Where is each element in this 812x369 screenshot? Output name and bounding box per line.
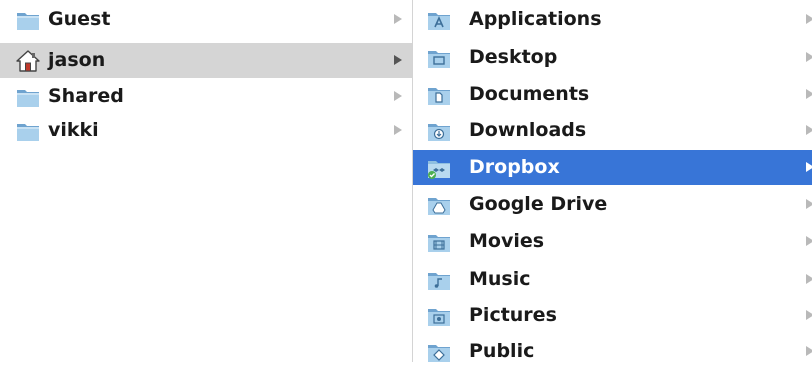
column-item-desktop[interactable]: Desktop xyxy=(413,40,812,75)
disclosure-arrow-icon xyxy=(394,55,402,65)
movies-folder-icon xyxy=(428,235,450,252)
desktop-folder-icon xyxy=(428,51,450,68)
disclosure-arrow-icon xyxy=(394,14,402,24)
column-item-label: Pictures xyxy=(469,304,557,326)
column-item-vikki[interactable]: vikki xyxy=(0,113,412,148)
disclosure-arrow-icon xyxy=(806,125,812,135)
column-item-label: Downloads xyxy=(469,119,587,141)
disclosure-arrow-icon xyxy=(394,91,402,101)
column-item-music[interactable]: Music xyxy=(413,262,812,297)
folder-icon xyxy=(17,124,39,141)
disclosure-arrow-icon xyxy=(394,125,402,135)
column-item-applications[interactable]: Applications xyxy=(413,2,812,37)
disclosure-arrow-icon xyxy=(806,346,812,356)
column-item-label: Google Drive xyxy=(469,193,608,215)
column-item-label: Music xyxy=(469,268,531,290)
disclosure-arrow-icon xyxy=(806,274,812,284)
column-item-label: jason xyxy=(48,49,106,71)
users-column[interactable]: Guest jason Shared vikki xyxy=(0,0,412,362)
disclosure-arrow-icon xyxy=(806,236,812,246)
column-item-label: Shared xyxy=(48,85,124,107)
home-column[interactable]: Applications Desktop Documents Downloads xyxy=(413,0,812,362)
disclosure-arrow-icon xyxy=(806,52,812,62)
disclosure-arrow-icon xyxy=(806,14,812,24)
documents-folder-icon xyxy=(428,88,450,105)
column-item-guest[interactable]: Guest xyxy=(0,2,412,37)
dropbox-folder-icon xyxy=(428,161,450,179)
column-item-dropbox[interactable]: Dropbox xyxy=(413,150,812,185)
google-drive-folder-icon xyxy=(428,198,450,215)
column-item-label: Desktop xyxy=(469,46,558,68)
pictures-folder-icon xyxy=(428,309,450,326)
public-folder-icon xyxy=(428,345,450,362)
disclosure-arrow-icon xyxy=(806,310,812,320)
music-folder-icon xyxy=(428,273,450,290)
disclosure-arrow-icon xyxy=(806,199,812,209)
column-item-documents[interactable]: Documents xyxy=(413,77,812,112)
column-item-shared[interactable]: Shared xyxy=(0,79,412,114)
column-item-label: vikki xyxy=(48,119,99,141)
home-icon xyxy=(16,50,40,72)
column-item-label: Applications xyxy=(469,8,602,30)
column-item-google-drive[interactable]: Google Drive xyxy=(413,187,812,222)
downloads-folder-icon xyxy=(428,124,450,141)
column-item-jason[interactable]: jason xyxy=(0,43,412,78)
column-item-label: Movies xyxy=(469,230,545,252)
column-item-downloads[interactable]: Downloads xyxy=(413,113,812,148)
disclosure-arrow-icon xyxy=(806,162,812,172)
folder-icon xyxy=(17,13,39,30)
column-item-public[interactable]: Public xyxy=(413,334,812,369)
disclosure-arrow-icon xyxy=(806,89,812,99)
column-item-movies[interactable]: Movies xyxy=(413,224,812,259)
folder-icon xyxy=(17,90,39,107)
column-item-pictures[interactable]: Pictures xyxy=(413,298,812,333)
column-item-label: Public xyxy=(469,340,535,362)
column-item-label: Dropbox xyxy=(469,156,560,178)
column-item-label: Guest xyxy=(48,8,111,30)
column-item-label: Documents xyxy=(469,83,590,105)
applications-folder-icon xyxy=(428,13,450,30)
